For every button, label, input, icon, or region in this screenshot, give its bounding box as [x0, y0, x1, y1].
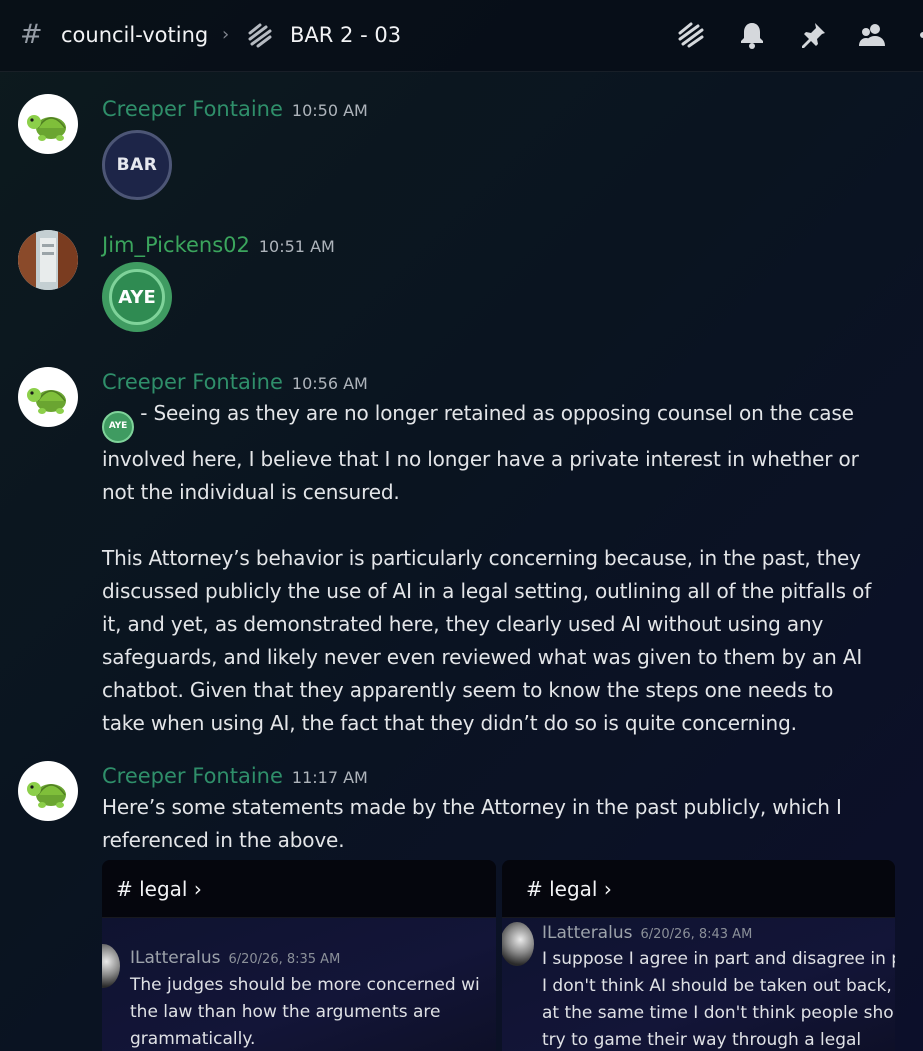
bar-emoji-label: BAR — [116, 155, 158, 175]
turtle-avatar[interactable] — [18, 367, 78, 427]
thread-name[interactable]: BAR 2 - 03 — [290, 22, 401, 48]
username[interactable]: Creeper Fontaine — [102, 370, 283, 394]
embed-channel-bar: # legal › — [502, 860, 895, 918]
message-line: discussed publicly the use of AI in a le… — [102, 578, 872, 603]
message-line: AYE - Seeing as they are no longer retai… — [102, 397, 897, 443]
turtle-icon — [27, 388, 66, 414]
timestamp: 11:17 AM — [291, 768, 368, 787]
embed-channel-bar: # legal › — [102, 860, 496, 918]
aye-emoji[interactable]: AYE — [102, 262, 172, 332]
embed-timestamp: 6/20/26, 8:43 AM — [640, 927, 753, 942]
threads-icon[interactable] — [676, 20, 706, 50]
username[interactable]: Creeper Fontaine — [102, 97, 283, 121]
username[interactable]: Creeper Fontaine — [102, 764, 283, 788]
embed-body: ILatteralus 6/20/26, 8:43 AM I suppose I … — [502, 918, 895, 1051]
embed-message: The judges should be more concerned wi t… — [130, 975, 480, 1049]
embed-channel-name: # legal › — [526, 876, 612, 901]
timestamp: 10:50 AM — [291, 101, 368, 120]
message-line: involved here, I believe that I no longe… — [102, 446, 859, 471]
embed-avatar — [102, 944, 120, 988]
turtle-icon — [27, 782, 66, 808]
turtle-avatar[interactable] — [18, 94, 78, 154]
message-content: Here’s some statements made by the Attor… — [102, 791, 897, 857]
breadcrumb-chevron-icon: › — [222, 24, 230, 45]
message-line: not the individual is censured. — [102, 479, 400, 504]
message-line: it, and yet, as demonstrated here, they … — [102, 611, 824, 636]
embed-body: ILatteralus 6/20/26, 8:35 AM The judges s… — [102, 918, 496, 1051]
message-line: referenced in the above. — [102, 828, 345, 852]
turtle-avatar[interactable] — [18, 761, 78, 821]
bell-icon[interactable] — [737, 20, 767, 50]
channel-name[interactable]: council-voting — [61, 22, 208, 48]
embed-username: ILatteralus 6/20/26, 8:43 AM — [542, 923, 753, 943]
pin-icon[interactable] — [798, 20, 828, 50]
thread-icon — [248, 23, 272, 48]
channel-hash-icon: # — [20, 19, 43, 50]
screenshot-embed[interactable]: # legal › ILatteralus 6/20/26, 8:35 AM Th… — [102, 860, 496, 1051]
username[interactable]: Jim_Pickens02 — [102, 233, 250, 257]
turtle-icon — [27, 115, 66, 141]
message-line — [102, 509, 897, 542]
message-line: safeguards, and likely never even review… — [102, 644, 863, 669]
screenshot-embed[interactable]: # legal › ILatteralus 6/20/26, 8:43 AM I … — [502, 860, 895, 1051]
message-content: AYE - Seeing as they are no longer retai… — [102, 397, 897, 740]
embed-channel-name: # legal › — [116, 876, 202, 901]
message-line: This Attorney’s behavior is particularly… — [102, 545, 861, 570]
aye-inline-emoji[interactable]: AYE — [102, 410, 134, 443]
bar-emoji[interactable]: BAR — [102, 130, 172, 200]
message-line: take when using AI, the fact that they d… — [102, 710, 797, 735]
message-line: chatbot. Given that they apparently seem… — [102, 677, 834, 702]
embed-avatar — [502, 922, 534, 966]
embed-message: I suppose I agree in part and disagree i… — [542, 949, 895, 1050]
channel-header: # council-voting › BAR 2 - 03 — [0, 0, 923, 72]
profile-photo-icon — [18, 230, 78, 290]
message-line: Here’s some statements made by the Attor… — [102, 795, 842, 819]
embed-timestamp: 6/20/26, 8:35 AM — [228, 952, 341, 967]
embed-username: ILatteralus 6/20/26, 8:35 AM — [130, 948, 341, 968]
timestamp: 10:56 AM — [291, 374, 368, 393]
timestamp: 10:51 AM — [258, 237, 335, 256]
aye-emoji-label: AYE — [118, 286, 156, 308]
members-icon[interactable] — [857, 20, 887, 50]
photo-avatar[interactable] — [18, 230, 78, 290]
more-icon[interactable] — [916, 20, 923, 50]
